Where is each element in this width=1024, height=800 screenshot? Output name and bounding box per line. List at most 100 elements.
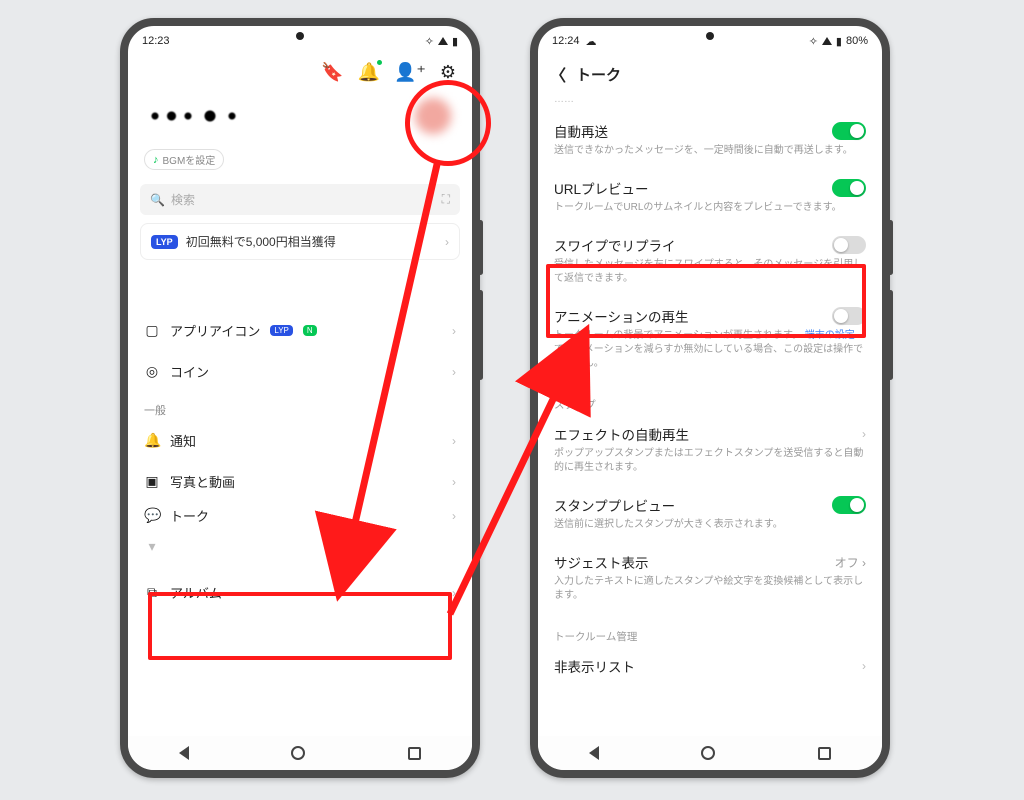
- truncated-row: ……: [538, 94, 882, 111]
- lyp-badge: LYP: [151, 235, 178, 249]
- setting-hidden-list[interactable]: 非表示リスト ›: [538, 646, 882, 686]
- setting-desc: トークルームの背景でアニメーションが再生されます。 端末の設定 でアニメーション…: [554, 329, 866, 371]
- setting-desc: 送信できなかったメッセージを、一定時間後に自動で再送します。: [554, 144, 866, 158]
- chevron-right-icon: ›: [862, 659, 866, 673]
- coin-icon: ◎: [144, 363, 160, 380]
- talk-settings-screen: 〈 トーク …… 自動再送 送信できなかったメッセージを、一定時間後に自動で再送…: [538, 52, 882, 736]
- camera-notch: [296, 32, 304, 40]
- bookmark-icon[interactable]: 🔖: [321, 62, 343, 83]
- setting-desc: ポップアップスタンプまたはエフェクトスタンプを送受信すると自動的に再生されます。: [554, 447, 866, 475]
- chevron-right-icon: ›: [452, 509, 456, 523]
- setting-desc: 入力したテキストに適したスタンプや絵文字を変換候補として表示します。: [554, 575, 866, 603]
- setting-title: サジェスト表示: [554, 552, 649, 572]
- home-screen: 🔖 🔔 👤⁺ ⚙ ♪ BGMを設定 🔍 検索 ⛶: [128, 52, 472, 736]
- toggle-off[interactable]: [832, 307, 866, 325]
- setting-auto-resend[interactable]: 自動再送 送信できなかったメッセージを、一定時間後に自動で再送します。: [538, 111, 882, 168]
- avatar[interactable]: [410, 93, 456, 139]
- menu-talk[interactable]: 💬 トーク ›: [128, 495, 472, 536]
- battery-text: 80%: [846, 35, 868, 47]
- volume-button[interactable]: [888, 290, 893, 380]
- menu-label: コイン: [170, 362, 209, 381]
- photo-icon: ▣: [144, 473, 160, 490]
- chat-icon: 💬: [144, 507, 160, 524]
- setting-desc: トークルームでURLのサムネイルと内容をプレビューできます。: [554, 201, 866, 215]
- setting-title: スタンププレビュー: [554, 495, 675, 515]
- phone-left: 12:23 ✧ ▮ 🔖 🔔 👤⁺ ⚙ ♪ BGMを設定: [120, 18, 480, 778]
- setting-effect-autoplay[interactable]: エフェクトの自動再生 › ポップアップスタンプまたはエフェクトスタンプを送受信す…: [538, 414, 882, 485]
- new-badge: N: [303, 325, 317, 336]
- back-icon[interactable]: 〈: [550, 62, 566, 86]
- nav-home-icon[interactable]: [701, 746, 715, 760]
- setting-suggest[interactable]: サジェスト表示 オフ › 入力したテキストに適したスタンプや絵文字を変換候補とし…: [538, 542, 882, 613]
- search-input[interactable]: 🔍 検索 ⛶: [140, 184, 460, 215]
- chevron-right-icon: ›: [452, 365, 456, 379]
- phone-right: 12:24 ☁ ✧ ▮ 80% 〈 トーク …… 自動再送 送信できなか: [530, 18, 890, 778]
- search-placeholder: 検索: [171, 191, 195, 208]
- chevron-right-icon: ›: [862, 427, 866, 441]
- toggle-on[interactable]: [832, 179, 866, 197]
- battery-icon: ▮: [836, 35, 842, 48]
- menu-app-icon[interactable]: ▢ アプリアイコン LYP N ›: [128, 310, 472, 351]
- chevron-right-icon: ›: [445, 235, 449, 249]
- section-general: 一般: [128, 392, 472, 420]
- setting-url-preview[interactable]: URLプレビュー トークルームでURLのサムネイルと内容をプレビューできます。: [538, 168, 882, 225]
- bell-outline-icon: 🔔: [144, 432, 160, 449]
- nav-home-icon[interactable]: [291, 746, 305, 760]
- nav-back-icon[interactable]: [589, 746, 599, 760]
- menu-label: アルバム: [170, 583, 222, 602]
- album-icon: ⧉: [144, 584, 160, 601]
- search-icon: 🔍: [150, 193, 165, 207]
- setting-desc: 受信したメッセージを左にスワイプすると、そのメッセージを引用して返信できます。: [554, 258, 866, 286]
- chevron-right-icon: ›: [452, 586, 456, 600]
- gear-icon[interactable]: ⚙: [440, 62, 456, 83]
- promo-banner[interactable]: LYP 初回無料で5,000円相当獲得 ›: [140, 223, 460, 260]
- toggle-on[interactable]: [832, 122, 866, 140]
- vibrate-icon: ✧: [809, 35, 818, 48]
- setting-swipe-reply[interactable]: スワイプでリプライ 受信したメッセージを左にスワイプすると、そのメッセージを引用…: [538, 225, 882, 296]
- toggle-on[interactable]: [832, 496, 866, 514]
- setting-desc: 送信前に選択したスタンプが大きく表示されます。: [554, 518, 866, 532]
- setting-stamp-preview[interactable]: スタンププレビュー 送信前に選択したスタンプが大きく表示されます。: [538, 485, 882, 542]
- setting-title: URLプレビュー: [554, 178, 649, 198]
- profile-name-obscured: [144, 108, 254, 124]
- nav-back-icon[interactable]: [179, 746, 189, 760]
- setting-title: 自動再送: [554, 121, 608, 141]
- menu-unknown[interactable]: ▾: [128, 536, 472, 566]
- setting-animation[interactable]: アニメーションの再生 トークルームの背景でアニメーションが再生されます。 端末の…: [538, 296, 882, 381]
- menu-label: トーク: [170, 506, 209, 525]
- music-note-icon: ♪: [153, 154, 159, 166]
- menu-album[interactable]: ⧉ アルバム ›: [128, 572, 472, 613]
- top-toolbar: 🔖 🔔 👤⁺ ⚙: [128, 52, 472, 89]
- device-settings-link[interactable]: 端末の設定: [805, 330, 855, 341]
- page-title: トーク: [576, 64, 621, 85]
- profile-row[interactable]: [128, 89, 472, 145]
- power-button[interactable]: [888, 220, 893, 275]
- add-friend-icon[interactable]: 👤⁺: [394, 62, 426, 83]
- battery-icon: ▮: [452, 35, 458, 48]
- menu-photo-video[interactable]: ▣ 写真と動画 ›: [128, 461, 472, 495]
- cloud-icon: ☁: [586, 35, 597, 48]
- vibrate-icon: ✧: [425, 35, 434, 48]
- chevron-right-icon: ›: [452, 434, 456, 448]
- nav-recent-icon[interactable]: [408, 747, 421, 760]
- app-icon-icon: ▢: [144, 322, 160, 339]
- menu-coin[interactable]: ◎ コイン ›: [128, 351, 472, 392]
- volume-button[interactable]: [478, 290, 483, 380]
- bell-icon[interactable]: 🔔: [358, 62, 380, 83]
- status-time: 12:24: [552, 35, 580, 48]
- setting-title: アニメーションの再生: [554, 306, 688, 326]
- camera-notch: [706, 32, 714, 40]
- qr-icon[interactable]: ⛶: [442, 192, 450, 207]
- menu-label: アプリアイコン: [170, 321, 260, 340]
- menu-notifications[interactable]: 🔔 通知 ›: [128, 420, 472, 461]
- toggle-off[interactable]: [832, 236, 866, 254]
- promo-text: 初回無料で5,000円相当獲得: [186, 233, 336, 250]
- nav-recent-icon[interactable]: [818, 747, 831, 760]
- signal-icon: [822, 37, 832, 45]
- power-button[interactable]: [478, 220, 483, 275]
- chevron-right-icon: ›: [452, 324, 456, 338]
- setting-title: 非表示リスト: [554, 656, 635, 676]
- lyp-mini-badge: LYP: [270, 325, 293, 336]
- section-stamp: スタンプ: [538, 381, 882, 414]
- bgm-chip[interactable]: ♪ BGMを設定: [144, 149, 224, 170]
